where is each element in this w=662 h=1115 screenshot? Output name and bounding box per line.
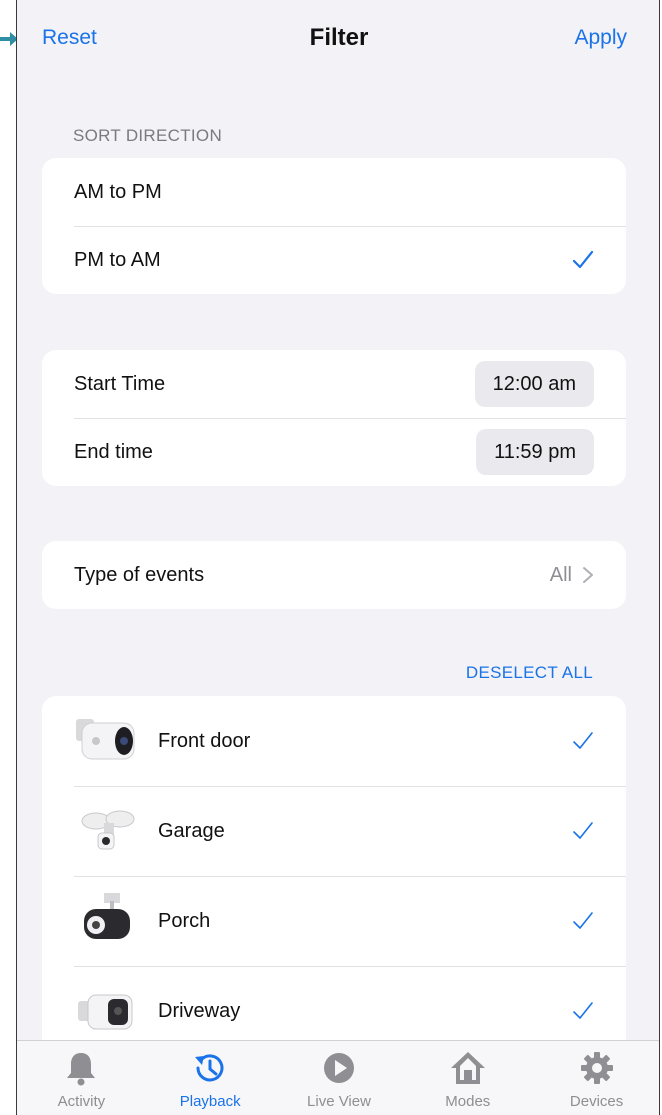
checkmark-icon	[573, 822, 593, 839]
tab-label: Activity	[57, 1093, 106, 1110]
bullet-camera-icon	[76, 719, 135, 760]
tab-label: Devices	[569, 1093, 624, 1110]
checkmark-icon	[573, 1002, 593, 1019]
camera-item-garage[interactable]: Garage	[42, 786, 626, 876]
tab-label: Modes	[445, 1093, 491, 1110]
checkmark-icon	[573, 732, 593, 749]
tab-modes[interactable]: Modes	[403, 1041, 532, 1115]
start-time-row: Start Time 12:00 am	[42, 350, 626, 418]
type-of-events-label: Type of events	[74, 563, 205, 586]
sort-option-label: AM to PM	[74, 180, 162, 203]
camera-item-front-door[interactable]: Front door	[42, 696, 626, 786]
house-icon	[450, 1052, 485, 1084]
floodlight-camera-icon	[81, 810, 135, 850]
checkmark-icon	[573, 912, 593, 929]
camera-item-porch[interactable]: Porch	[42, 876, 626, 966]
type-of-events-value: All	[549, 563, 572, 586]
filter-screen: Reset Filter Apply SORT DIRECTION AM to …	[16, 0, 660, 1115]
sort-option-pm-to-am[interactable]: PM to AM	[42, 226, 626, 294]
wire-free-camera-icon	[78, 994, 133, 1030]
tab-label: Playback	[179, 1093, 241, 1110]
camera-label: Driveway	[158, 999, 241, 1022]
tab-playback[interactable]: Playback	[146, 1041, 275, 1115]
navigation-bar: Reset Filter Apply	[17, 0, 659, 80]
sort-option-label: PM to AM	[74, 248, 161, 271]
sort-direction-header: SORT DIRECTION	[73, 126, 223, 145]
event-type-card: Type of events All	[42, 541, 626, 609]
bell-icon	[67, 1053, 96, 1086]
camera-label: Porch	[158, 909, 211, 932]
end-time-label: End time	[74, 440, 153, 463]
deselect-all-button[interactable]: DESELECT ALL	[466, 663, 593, 683]
chevron-right-icon	[583, 567, 593, 583]
tab-devices[interactable]: Devices	[532, 1041, 659, 1115]
camera-list-card: Front door Garage Porch Driveway	[42, 696, 626, 1066]
apply-button[interactable]: Apply	[574, 26, 627, 50]
tab-label: Live View	[307, 1093, 371, 1110]
sort-option-am-to-pm[interactable]: AM to PM	[42, 158, 626, 226]
time-range-card: Start Time 12:00 am End time 11:59 pm	[42, 350, 626, 486]
history-icon	[195, 1054, 224, 1082]
page-title: Filter	[309, 24, 369, 51]
camera-label: Front door	[158, 729, 251, 752]
checkmark-icon	[572, 250, 594, 269]
start-time-label: Start Time	[74, 372, 166, 395]
tab-activity[interactable]: Activity	[17, 1041, 146, 1115]
end-time-row: End time 11:59 pm	[42, 418, 626, 486]
sort-direction-card: AM to PM PM to AM	[42, 158, 626, 294]
spotlight-camera-icon	[84, 893, 130, 939]
tab-live-view[interactable]: Live View	[275, 1041, 404, 1115]
gear-icon	[580, 1052, 613, 1084]
start-time-picker[interactable]: 12:00 am	[474, 361, 594, 407]
play-icon	[323, 1053, 354, 1083]
end-time-picker[interactable]: 11:59 pm	[476, 429, 594, 475]
tab-bar: Activity Playback Live View Modes Device…	[17, 1040, 659, 1115]
camera-label: Garage	[158, 819, 225, 842]
type-of-events-row[interactable]: Type of events All	[42, 541, 626, 609]
